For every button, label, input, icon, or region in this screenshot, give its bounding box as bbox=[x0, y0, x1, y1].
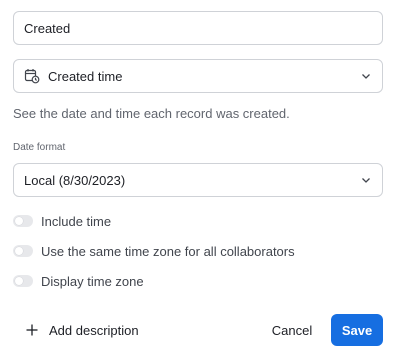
field-type-description: See the date and time each record was cr… bbox=[13, 106, 290, 121]
include-time-label: Include time bbox=[41, 213, 112, 229]
date-format-label: Date format bbox=[13, 142, 66, 153]
display-timezone-toggle[interactable] bbox=[13, 275, 33, 287]
field-type-select[interactable]: Created time bbox=[13, 59, 383, 93]
add-description-button[interactable]: Add description bbox=[25, 314, 139, 346]
save-button[interactable]: Save bbox=[331, 314, 383, 346]
field-name-input[interactable] bbox=[13, 11, 383, 45]
toggle-knob bbox=[15, 217, 23, 225]
toggle-knob bbox=[15, 247, 23, 255]
display-timezone-option: Display time zone bbox=[13, 271, 144, 291]
date-format-value: Local (8/30/2023) bbox=[24, 172, 126, 188]
chevron-down-icon bbox=[360, 70, 372, 82]
panel-footer: Add description Cancel Save bbox=[0, 314, 397, 346]
include-time-toggle[interactable] bbox=[13, 215, 33, 227]
plus-icon bbox=[25, 323, 39, 337]
include-time-option: Include time bbox=[13, 211, 111, 231]
field-type-label: Created time bbox=[48, 68, 123, 84]
field-config-panel: Created time See the date and time each … bbox=[0, 0, 397, 356]
same-timezone-option: Use the same time zone for all collabora… bbox=[13, 241, 295, 261]
chevron-down-icon bbox=[360, 174, 372, 186]
toggle-knob bbox=[15, 277, 23, 285]
same-timezone-toggle[interactable] bbox=[13, 245, 33, 257]
calendar-clock-icon bbox=[24, 68, 40, 84]
same-timezone-label: Use the same time zone for all collabora… bbox=[41, 243, 295, 259]
display-timezone-label: Display time zone bbox=[41, 273, 144, 289]
cancel-button[interactable]: Cancel bbox=[265, 314, 319, 346]
add-description-label: Add description bbox=[49, 322, 139, 338]
date-format-select[interactable]: Local (8/30/2023) bbox=[13, 163, 383, 197]
